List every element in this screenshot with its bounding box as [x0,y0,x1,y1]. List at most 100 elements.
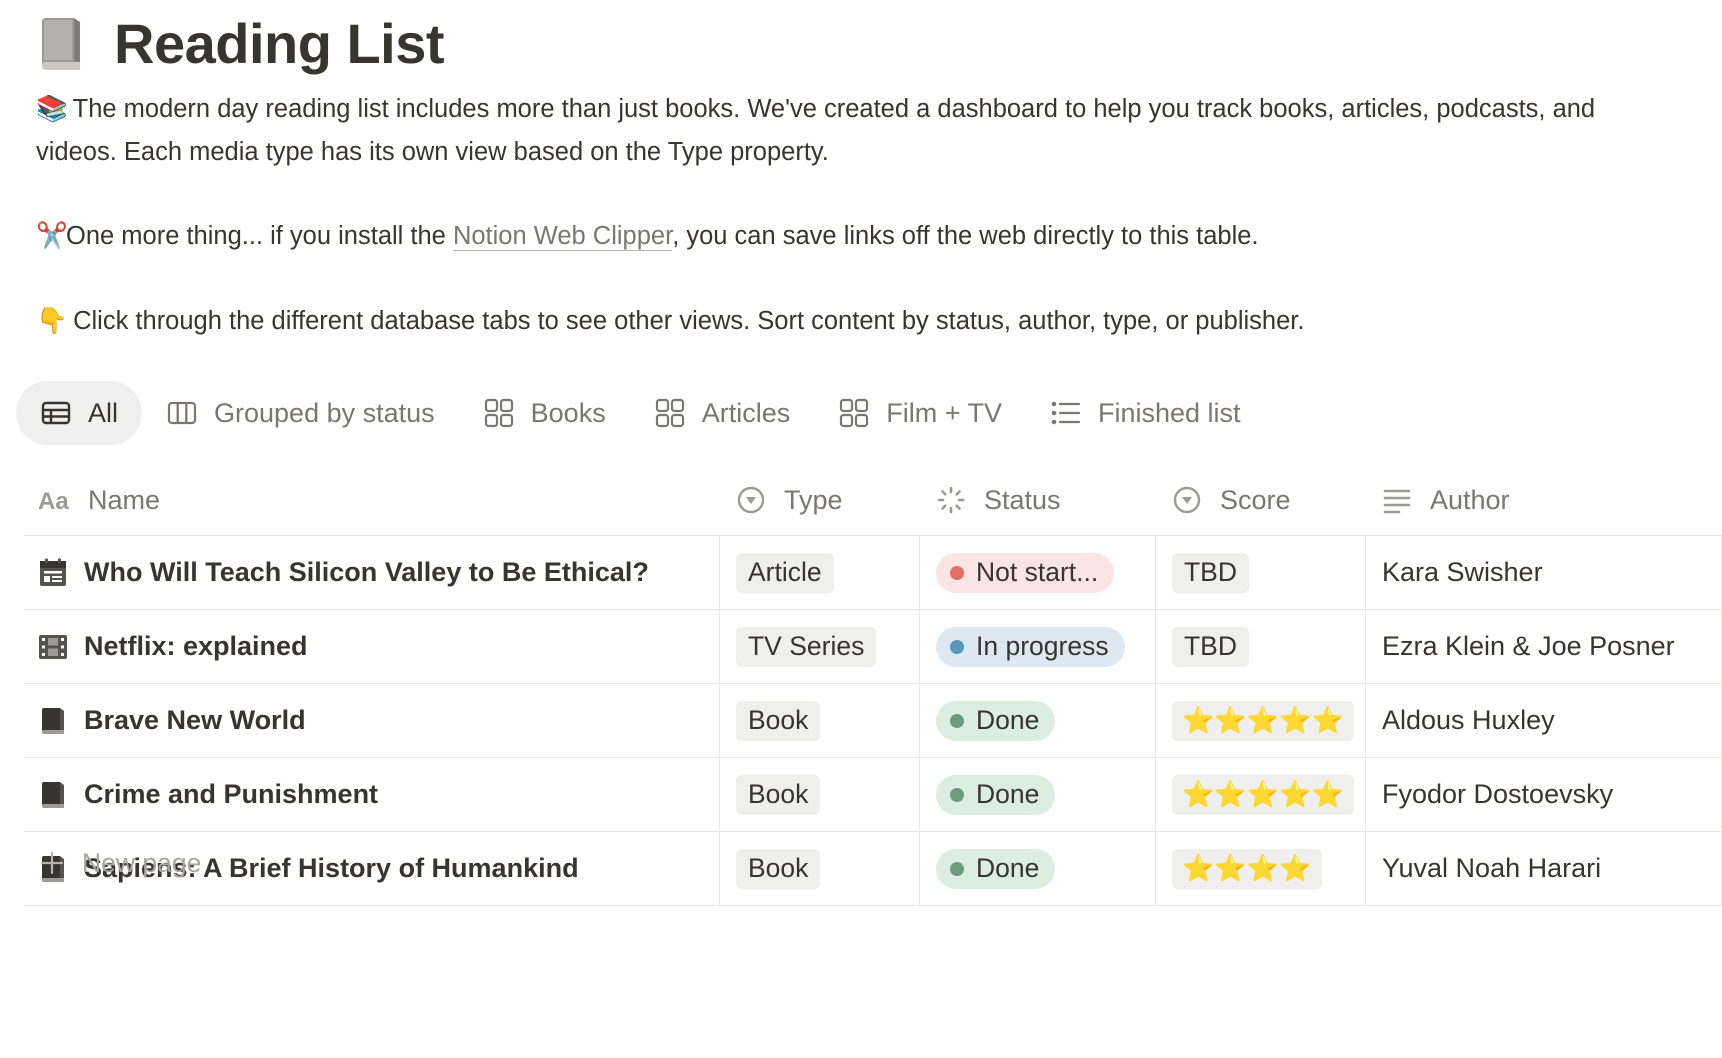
type-cell[interactable]: Book [720,758,920,831]
score-cell[interactable]: ⭐⭐⭐⭐⭐ [1156,758,1366,831]
books-emoji: 📚 [36,95,68,123]
star-rating: ⭐⭐⭐⭐⭐ [1172,700,1354,741]
page-title[interactable]: Reading List [114,16,445,72]
score-cell[interactable]: ⭐⭐⭐⭐⭐ [1156,684,1366,757]
column-header-status[interactable]: Status [920,465,1156,535]
status-pill: Done [936,700,1056,741]
description-text-2a: One more thing... if you install the [66,222,453,250]
row-title: Brave New World [84,705,306,735]
tab-articles[interactable]: Articles [630,381,815,445]
column-label: Name [88,484,161,515]
description-text-1: The modern day reading list includes mor… [36,95,1596,166]
star-rating: ⭐⭐⭐⭐ [1172,848,1322,889]
tab-finished-list[interactable]: Finished list [1026,381,1265,445]
status-cell[interactable]: Done [920,684,1156,757]
gallery-icon [484,398,513,428]
row-title: Crime and Punishment [84,779,379,809]
text-property-icon: Aa [38,488,69,515]
row-title: Who Will Teach Silicon Valley to Be Ethi… [84,557,649,587]
table-row[interactable]: Brave New World Book Done ⭐⭐⭐⭐⭐ Aldous H… [24,684,1722,758]
tab-label: Articles [701,397,791,428]
description-text-2b: , you can save links off the web directl… [672,222,1259,250]
name-cell[interactable]: Crime and Punishment [24,758,720,831]
type-cell[interactable]: Article [720,536,920,609]
list-icon [1051,401,1081,425]
author-cell[interactable]: Fyodor Dostoevsky [1366,758,1722,831]
status-label: In progress [976,631,1109,661]
score-cell[interactable]: ⭐⭐⭐⭐ [1156,832,1366,905]
type-cell[interactable]: TV Series [720,610,920,683]
view-tabs: All Grouped by status Books Articles Fil… [16,381,1265,445]
status-dot [950,787,964,802]
table-row[interactable]: Netflix: explained TV Series In progress… [24,610,1722,684]
author-name: Aldous Huxley [1382,705,1555,735]
web-clipper-link[interactable]: Notion Web Clipper [452,222,673,251]
column-label: Type [784,484,843,515]
table-row[interactable]: Who Will Teach Silicon Valley to Be Ethi… [24,536,1722,610]
author-name: Yuval Noah Harari [1382,853,1602,883]
type-cell[interactable]: Book [720,684,920,757]
tab-label: Film + TV [886,397,1002,428]
new-page-button[interactable]: New page [40,838,201,888]
tab-all[interactable]: All [16,381,143,445]
tab-film-tv[interactable]: Film + TV [814,381,1026,445]
column-header-type[interactable]: Type [720,465,920,535]
status-label: Done [976,853,1040,883]
tab-books[interactable]: Books [459,381,630,445]
status-pill: Not start... [936,552,1115,593]
column-header-score[interactable]: Score [1156,465,1366,535]
status-pill: In progress [936,626,1125,667]
author-name: Ezra Klein & Joe Posner [1382,631,1675,661]
status-cell[interactable]: Done [920,832,1156,905]
score-tag: TBD [1172,626,1249,667]
status-cell[interactable]: Done [920,758,1156,831]
type-tag: Article [736,552,834,593]
book-icon [42,707,64,734]
select-property-icon [737,486,765,514]
tab-label: Grouped by status [214,397,435,428]
description-paragraph-1: 📚 The modern day reading list includes m… [36,88,1636,174]
status-pill: Done [936,848,1056,889]
status-cell[interactable]: In progress [920,610,1156,683]
description-paragraph-2: ✂️One more thing... if you install the N… [36,215,1636,258]
type-tag: Book [736,848,821,889]
tab-label: All [88,397,119,428]
author-cell[interactable]: Aldous Huxley [1366,684,1722,757]
status-label: Done [976,779,1040,809]
score-cell[interactable]: TBD [1156,536,1366,609]
status-dot [950,861,964,876]
board-icon [167,401,197,425]
score-cell[interactable]: TBD [1156,610,1366,683]
book-icon[interactable] [36,16,86,72]
status-label: Not start... [976,557,1099,587]
pointing-down-emoji: 👇 [36,307,68,335]
author-cell[interactable]: Yuval Noah Harari [1366,832,1722,905]
select-property-icon [1173,486,1201,514]
name-cell[interactable]: Netflix: explained [24,610,720,683]
svg-text:Aa: Aa [38,488,69,515]
type-cell[interactable]: Book [720,832,920,905]
author-cell[interactable]: Ezra Klein & Joe Posner [1366,610,1722,683]
status-cell[interactable]: Not start... [920,536,1156,609]
scissors-emoji: ✂️ [36,222,68,250]
author-cell[interactable]: Kara Swisher [1366,536,1722,609]
column-header-author[interactable]: Author [1366,465,1722,535]
status-label: Done [976,705,1040,735]
reading-list-table: Aa Name Type Status Score Author Who Wil… [24,465,1722,906]
name-cell[interactable]: Brave New World [24,684,720,757]
table-row[interactable]: Crime and Punishment Book Done ⭐⭐⭐⭐⭐ Fyo… [24,758,1722,832]
name-cell[interactable]: Who Will Teach Silicon Valley to Be Ethi… [24,536,720,609]
status-pill: Done [936,774,1056,815]
status-dot [950,565,964,580]
tab-grouped-by-status[interactable]: Grouped by status [142,381,459,445]
description-paragraph-3: 👇 Click through the different database t… [36,300,1636,343]
article-icon [40,558,66,586]
table-row[interactable]: Sapiens: A Brief History of Humankind Bo… [24,832,1722,906]
column-header-name[interactable]: Aa Name [24,465,720,535]
status-dot [950,639,964,654]
author-name: Kara Swisher [1382,557,1543,587]
plus-icon [40,851,64,875]
author-name: Fyodor Dostoevsky [1382,779,1614,809]
tab-label: Finished list [1097,397,1241,428]
tab-label: Books [530,397,606,428]
